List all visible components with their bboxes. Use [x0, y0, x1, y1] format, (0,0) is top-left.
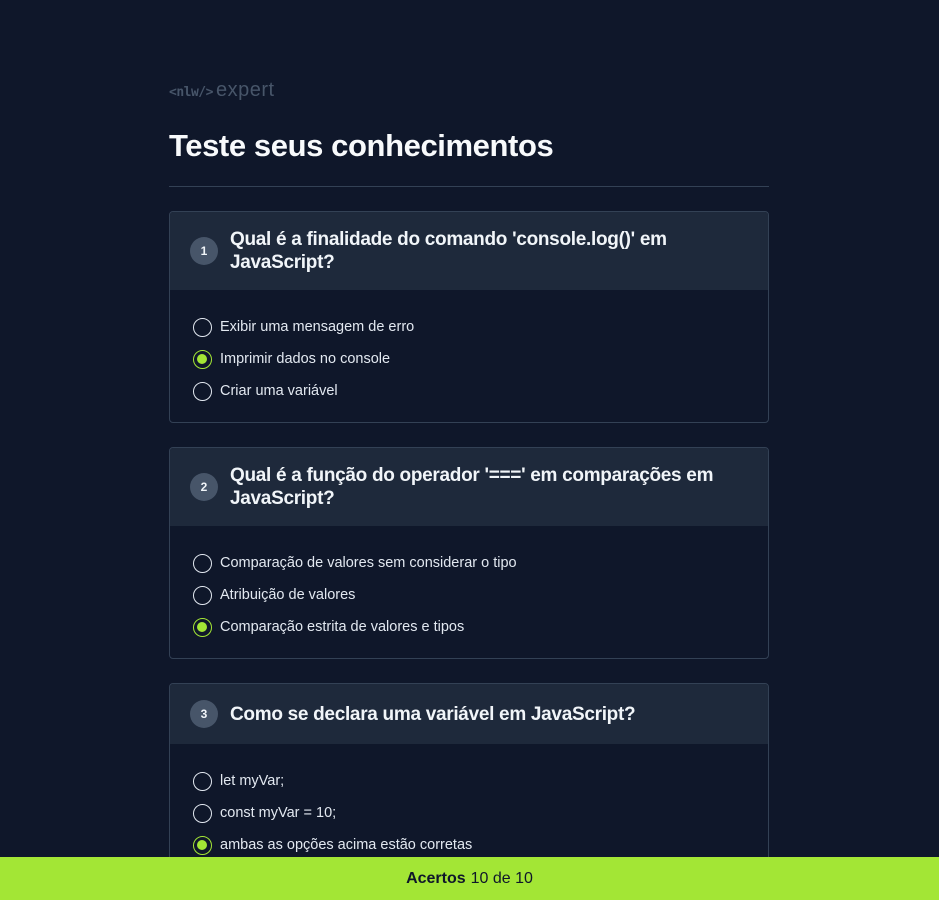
- question-card-2: 2 Qual é a função do operador '===' em c…: [169, 447, 769, 659]
- answer-option[interactable]: Comparação de valores sem considerar o t…: [193, 547, 745, 579]
- page-title: Teste seus conhecimentos: [169, 128, 554, 163]
- answer-label[interactable]: Comparação de valores sem considerar o t…: [220, 555, 517, 571]
- question-header: 2 Qual é a função do operador '===' em c…: [170, 448, 768, 526]
- answer-label[interactable]: const myVar = 10;: [220, 805, 336, 821]
- score-value: 10 de 10: [470, 869, 533, 887]
- answer-label[interactable]: Comparação estrita de valores e tipos: [220, 619, 464, 635]
- radio-button[interactable]: [193, 553, 212, 573]
- radio-button[interactable]: [193, 803, 212, 823]
- answer-options: Exibir uma mensagem de erro Imprimir dad…: [170, 290, 768, 422]
- answer-label[interactable]: Atribuição de valores: [220, 587, 355, 603]
- question-text: Qual é a finalidade do comando 'console.…: [230, 229, 667, 273]
- radio-button-selected[interactable]: [193, 617, 212, 637]
- question-header: 1 Qual é a finalidade do comando 'consol…: [170, 212, 768, 290]
- answer-option[interactable]: Criar uma variável: [193, 375, 745, 407]
- question-number-badge: 1: [190, 237, 218, 265]
- question-text: Como se declara uma variável em JavaScri…: [230, 703, 636, 725]
- question-card-3: 3 Como se declara uma variável em JavaSc…: [169, 683, 769, 877]
- radio-button-selected[interactable]: [193, 835, 212, 855]
- question-number-badge: 2: [190, 473, 218, 501]
- answer-label[interactable]: Exibir uma mensagem de erro: [220, 319, 414, 335]
- divider: [169, 186, 769, 187]
- answer-option[interactable]: const myVar = 10;: [193, 797, 745, 829]
- quiz-container: <nlw/> expert Teste seus conhecimentos 1…: [169, 0, 769, 877]
- answer-option[interactable]: Comparação estrita de valores e tipos: [193, 611, 745, 643]
- nlw-expert-logo: <nlw/> expert: [169, 79, 769, 101]
- logo-code: <nlw/>: [169, 85, 213, 100]
- radio-button[interactable]: [193, 317, 212, 337]
- answer-label[interactable]: let myVar;: [220, 773, 284, 789]
- question-card-1: 1 Qual é a finalidade do comando 'consol…: [169, 211, 769, 423]
- question-header: 3 Como se declara uma variável em JavaSc…: [170, 684, 768, 744]
- answer-label[interactable]: ambas as opções acima estão corretas: [220, 837, 472, 853]
- answer-options: Comparação de valores sem considerar o t…: [170, 526, 768, 658]
- answer-option[interactable]: let myVar;: [193, 765, 745, 797]
- score-footer: Acertos 10 de 10: [0, 857, 939, 900]
- answer-option[interactable]: Imprimir dados no console: [193, 343, 745, 375]
- question-number-badge: 3: [190, 700, 218, 728]
- answer-label[interactable]: Criar uma variável: [220, 383, 338, 399]
- score-label: Acertos: [406, 869, 466, 887]
- question-text: Qual é a função do operador '===' em com…: [230, 465, 714, 509]
- radio-button-selected[interactable]: [193, 349, 212, 369]
- answer-option[interactable]: Atribuição de valores: [193, 579, 745, 611]
- radio-button[interactable]: [193, 381, 212, 401]
- answer-option[interactable]: Exibir uma mensagem de erro: [193, 311, 745, 343]
- answer-label[interactable]: Imprimir dados no console: [220, 351, 390, 367]
- logo-word: expert: [215, 79, 275, 101]
- radio-button[interactable]: [193, 771, 212, 791]
- radio-button[interactable]: [193, 585, 212, 605]
